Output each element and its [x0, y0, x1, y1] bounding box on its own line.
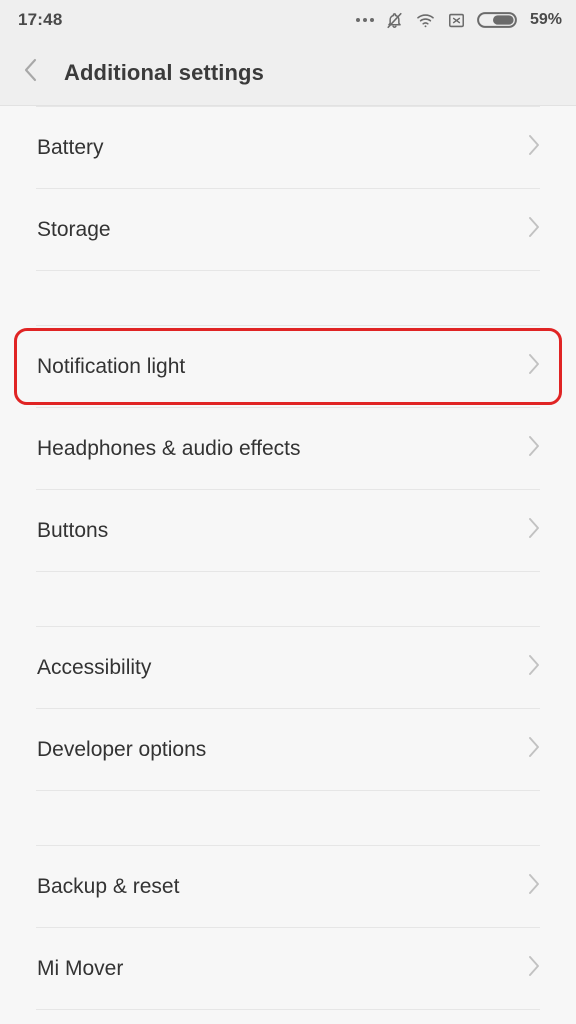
list-row-label: Battery	[37, 136, 104, 159]
list-row-wrapper: Headphones & audio effects	[0, 408, 576, 489]
list-row-developer-options[interactable]: Developer options	[0, 709, 576, 790]
wifi-icon	[415, 11, 436, 30]
no-sim-icon	[447, 11, 466, 30]
back-button[interactable]	[22, 51, 56, 95]
list-row-label: Developer options	[37, 738, 207, 761]
list-row-wrapper: Backup & reset	[0, 846, 576, 927]
chevron-right-icon	[527, 953, 542, 984]
chevron-left-icon	[22, 56, 39, 89]
list-row-buttons[interactable]: Buttons	[0, 490, 576, 571]
group-separator	[0, 271, 576, 325]
battery-percentage: 59%	[529, 11, 562, 28]
list-row-accessibility[interactable]: Accessibility	[0, 627, 576, 708]
list-row-label: Accessibility	[37, 656, 152, 679]
bell-muted-icon	[385, 11, 404, 30]
list-row-label: Headphones & audio effects	[37, 437, 301, 460]
status-bar-clock: 17:48	[18, 10, 63, 29]
list-row-battery[interactable]: Battery	[0, 107, 576, 188]
list-row-label: Mi Mover	[37, 957, 124, 980]
list-row-wrapper: Buttons	[0, 490, 576, 571]
app-header: Additional settings	[0, 40, 576, 106]
list-row-wrapper: Notification light	[0, 326, 576, 407]
group-separator	[0, 791, 576, 845]
status-bar-icons: 59%	[355, 10, 562, 30]
battery-icon	[477, 10, 517, 30]
chevron-right-icon	[527, 433, 542, 464]
list-row-storage[interactable]: Storage	[0, 189, 576, 270]
list-row-backup-reset[interactable]: Backup & reset	[0, 846, 576, 927]
settings-list[interactable]: Battery Storage Notification light Headphon…	[0, 106, 576, 1010]
more-dots-icon	[355, 18, 374, 22]
chevron-right-icon	[527, 871, 542, 902]
list-row-wrapper: Battery	[0, 107, 576, 188]
status-bar: 17:48 59%	[0, 0, 576, 40]
list-row-wrapper: Storage	[0, 189, 576, 270]
list-row-label: Notification light	[37, 355, 186, 378]
list-row-label: Storage	[37, 218, 111, 241]
chevron-right-icon	[527, 351, 542, 382]
list-row-headphones-audio-effects[interactable]: Headphones & audio effects	[0, 408, 576, 489]
chevron-right-icon	[527, 734, 542, 765]
list-row-wrapper: Accessibility	[0, 627, 576, 708]
chevron-right-icon	[527, 132, 542, 163]
list-divider	[36, 1009, 540, 1010]
group-separator	[0, 572, 576, 626]
list-row-label: Buttons	[37, 519, 109, 542]
list-row-wrapper: Mi Mover	[0, 928, 576, 1009]
page-title: Additional settings	[64, 59, 264, 85]
chevron-right-icon	[527, 214, 542, 245]
list-row-mi-mover[interactable]: Mi Mover	[0, 928, 576, 1009]
chevron-right-icon	[527, 515, 542, 546]
list-row-wrapper: Developer options	[0, 709, 576, 790]
list-row-notification-light[interactable]: Notification light	[0, 326, 576, 407]
chevron-right-icon	[527, 652, 542, 683]
list-row-label: Backup & reset	[37, 875, 180, 898]
